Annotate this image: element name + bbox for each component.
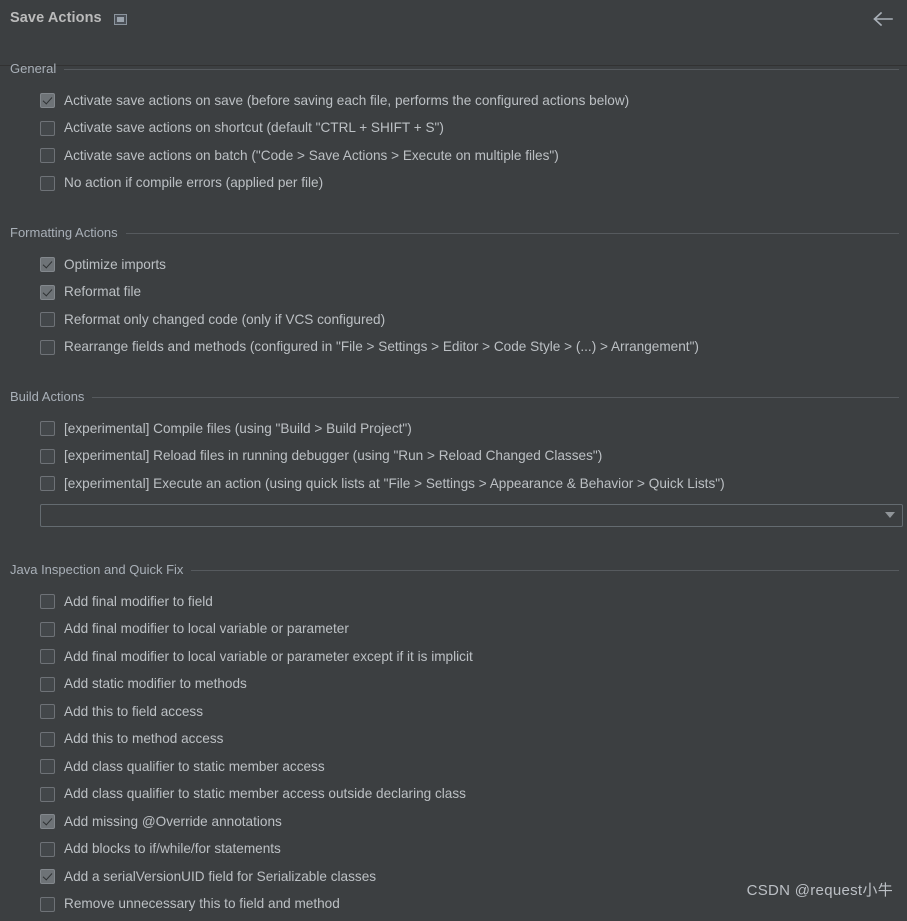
checkbox-row[interactable]: Optimize imports	[0, 251, 907, 279]
checkbox-label: Rearrange fields and methods (configured…	[64, 339, 699, 355]
checkbox-label: [experimental] Compile files (using "Bui…	[64, 420, 412, 436]
checkbox-row[interactable]: Reformat only changed code (only if VCS …	[0, 306, 907, 334]
section-divider	[125, 232, 899, 234]
checkbox-activate-on-shortcut[interactable]	[40, 120, 55, 136]
title-group: Save Actions	[10, 8, 127, 28]
checkbox-remove-unnecessary-this[interactable]	[40, 896, 55, 912]
section-title-java-inspection: Java Inspection and Quick Fix	[10, 562, 184, 577]
checkbox-activate-on-batch[interactable]	[40, 148, 55, 164]
section-rows: Optimize imports Reformat file Reformat …	[0, 242, 907, 361]
section-rows: Add final modifier to field Add final mo…	[0, 579, 907, 918]
checkbox-row[interactable]: Add static modifier to methods	[0, 671, 907, 699]
section-title-build-actions: Build Actions	[10, 389, 85, 404]
section-header: Formatting Actions	[0, 224, 907, 242]
checkbox-label: Add final modifier to field	[64, 593, 213, 609]
checkbox-add-class-qualifier-static-member[interactable]	[40, 759, 55, 775]
checkbox-reformat-only-changed-code[interactable]	[40, 312, 55, 328]
checkbox-row[interactable]: Add this to method access	[0, 726, 907, 754]
section-divider	[191, 569, 899, 571]
checkbox-label: Activate save actions on shortcut (defau…	[64, 120, 444, 136]
section-header: Java Inspection and Quick Fix	[0, 561, 907, 579]
checkbox-activate-on-save[interactable]	[40, 93, 55, 109]
checkbox-execute-an-action[interactable]	[40, 476, 55, 492]
checkbox-reformat-file[interactable]	[40, 284, 55, 300]
checkbox-add-final-modifier-except-implicit[interactable]	[40, 649, 55, 665]
section-rows: Activate save actions on save (before sa…	[0, 78, 907, 197]
checkbox-row[interactable]: Add this to field access	[0, 698, 907, 726]
settings-header: Save Actions	[0, 0, 907, 66]
checkbox-row[interactable]: Add final modifier to local variable or …	[0, 616, 907, 644]
checkbox-optimize-imports[interactable]	[40, 257, 55, 273]
section-title-formatting-actions: Formatting Actions	[10, 225, 118, 240]
checkbox-row[interactable]: Activate save actions on save (before sa…	[0, 87, 907, 115]
checkbox-label: Remove unnecessary this to field and met…	[64, 896, 340, 912]
checkbox-label: [experimental] Reload files in running d…	[64, 448, 603, 464]
checkbox-row[interactable]: Rearrange fields and methods (configured…	[0, 334, 907, 362]
checkbox-row[interactable]: Activate save actions on shortcut (defau…	[0, 115, 907, 143]
checkbox-add-serialversionuid-field[interactable]	[40, 869, 55, 885]
checkbox-row[interactable]: No action if compile errors (applied per…	[0, 170, 907, 198]
checkbox-label: Add this to field access	[64, 703, 204, 719]
checkbox-add-missing-override-annotations[interactable]	[40, 814, 55, 830]
checkbox-label: Activate save actions on batch ("Code > …	[64, 147, 559, 163]
checkbox-add-this-to-method-access[interactable]	[40, 731, 55, 747]
section-build-actions: Build Actions [experimental] Compile fil…	[0, 388, 907, 527]
checkbox-no-action-if-compile-errors[interactable]	[40, 175, 55, 191]
checkbox-row[interactable]: [experimental] Reload files in running d…	[0, 443, 907, 471]
section-header: General	[0, 60, 907, 78]
checkbox-label: Add static modifier to methods	[64, 676, 247, 692]
checkbox-label: Add class qualifier to static member acc…	[64, 758, 325, 774]
checkbox-add-static-modifier-to-methods[interactable]	[40, 676, 55, 692]
section-divider	[92, 396, 899, 398]
checkbox-label: Add final modifier to local variable or …	[64, 621, 349, 637]
checkbox-label: Add this to method access	[64, 731, 224, 747]
back-button[interactable]	[869, 6, 897, 32]
chevron-down-icon[interactable]	[885, 512, 895, 518]
checkbox-row[interactable]: Add blocks to if/while/for statements	[0, 836, 907, 864]
checkbox-label: Add blocks to if/while/for statements	[64, 841, 281, 857]
section-divider	[64, 68, 899, 70]
checkbox-row[interactable]: Add final modifier to field	[0, 588, 907, 616]
quick-list-combo[interactable]	[40, 503, 903, 527]
checkbox-label: Add missing @Override annotations	[64, 813, 282, 829]
checkbox-rearrange-fields-and-methods[interactable]	[40, 339, 55, 355]
section-rows: [experimental] Compile files (using "Bui…	[0, 406, 907, 498]
checkbox-row[interactable]: Add missing @Override annotations	[0, 808, 907, 836]
checkbox-row[interactable]: Add final modifier to local variable or …	[0, 643, 907, 671]
checkbox-compile-files[interactable]	[40, 421, 55, 437]
checkbox-label: Reformat only changed code (only if VCS …	[64, 311, 386, 327]
checkbox-row[interactable]: [experimental] Compile files (using "Bui…	[0, 415, 907, 443]
checkbox-label: No action if compile errors (applied per…	[64, 175, 324, 191]
checkbox-label: Optimize imports	[64, 256, 166, 272]
checkbox-label: Reformat file	[64, 284, 142, 300]
window-icon	[113, 13, 127, 25]
section-java-inspection-and-quick-fix: Java Inspection and Quick Fix Add final …	[0, 561, 907, 918]
section-title-general: General	[10, 61, 57, 76]
checkbox-label: Add final modifier to local variable or …	[64, 648, 473, 664]
checkbox-row[interactable]: Reformat file	[0, 279, 907, 307]
checkbox-reload-files-in-running-debugger[interactable]	[40, 448, 55, 464]
checkbox-label: Add a serialVersionUID field for Seriali…	[64, 868, 377, 884]
checkbox-label: [experimental] Execute an action (using …	[64, 475, 725, 491]
checkbox-row[interactable]: Add a serialVersionUID field for Seriali…	[0, 863, 907, 891]
arrow-left-icon	[873, 11, 893, 27]
checkbox-row[interactable]: [experimental] Execute an action (using …	[0, 470, 907, 498]
checkbox-label: Add class qualifier to static member acc…	[64, 786, 466, 802]
checkbox-row[interactable]: Add class qualifier to static member acc…	[0, 781, 907, 809]
checkbox-label: Activate save actions on save (before sa…	[64, 92, 630, 108]
page-title: Save Actions	[10, 10, 102, 26]
section-header: Build Actions	[0, 388, 907, 406]
checkbox-row[interactable]: Activate save actions on batch ("Code > …	[0, 142, 907, 170]
checkbox-add-final-modifier-to-field[interactable]	[40, 594, 55, 610]
checkbox-add-final-modifier-to-local-variable[interactable]	[40, 621, 55, 637]
checkbox-add-this-to-field-access[interactable]	[40, 704, 55, 720]
section-formatting-actions: Formatting Actions Optimize imports Refo…	[0, 224, 907, 361]
checkbox-row[interactable]: Add class qualifier to static member acc…	[0, 753, 907, 781]
checkbox-add-blocks-to-statements[interactable]	[40, 841, 55, 857]
section-general: General Activate save actions on save (b…	[0, 60, 907, 197]
checkbox-add-class-qualifier-outside-declaring-class[interactable]	[40, 786, 55, 802]
quick-list-combo-wrapper	[0, 498, 907, 527]
checkbox-row[interactable]: Remove unnecessary this to field and met…	[0, 891, 907, 919]
